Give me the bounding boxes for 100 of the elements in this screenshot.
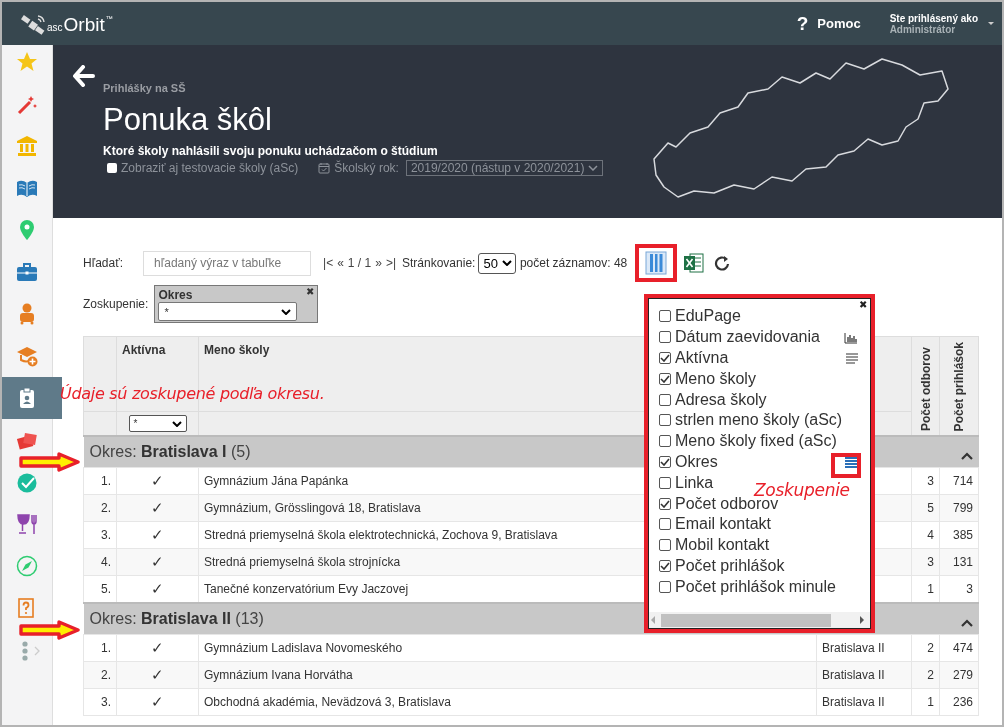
search-field[interactable]: hľadaný výraz v tabuľke bbox=[143, 250, 312, 276]
checkbox[interactable] bbox=[107, 163, 117, 173]
column-option[interactable]: strlen meno školy (aSc) bbox=[659, 410, 843, 431]
sidebar-item[interactable] bbox=[16, 345, 38, 367]
help-icon[interactable]: ? bbox=[796, 12, 809, 35]
highlight-frame bbox=[831, 453, 861, 478]
option-label: Meno školy fixed (aSc) bbox=[675, 432, 837, 451]
checkbox[interactable] bbox=[659, 497, 671, 510]
column-header[interactable]: Aktívna bbox=[122, 343, 166, 357]
sidebar-item[interactable] bbox=[16, 513, 38, 535]
pager-link[interactable]: » bbox=[375, 256, 382, 270]
clock-check-icon bbox=[16, 471, 38, 493]
checkbox[interactable] bbox=[659, 539, 671, 552]
grouping-field: Okres bbox=[158, 288, 193, 302]
record-count: počet záznamov: 48 bbox=[519, 256, 628, 270]
column-option[interactable]: Dátum zaevidovania bbox=[659, 326, 820, 348]
table-cell: Bratislava II bbox=[816, 634, 912, 662]
option-label: EduPage bbox=[675, 307, 741, 326]
horizontal-scrollbar[interactable] bbox=[649, 612, 870, 628]
option-label: Meno školy bbox=[675, 369, 756, 388]
row-number: 2. bbox=[83, 661, 117, 689]
refresh-icon[interactable] bbox=[714, 255, 731, 271]
check-mark: ✓ bbox=[116, 467, 199, 495]
caret-icon[interactable] bbox=[988, 22, 994, 25]
grouping-label: Zoskupenie: bbox=[83, 297, 149, 311]
close-button[interactable]: ✖ bbox=[859, 299, 867, 310]
table-cell: 236 bbox=[939, 688, 979, 716]
table-cell: 474 bbox=[939, 634, 979, 662]
compass-icon bbox=[16, 555, 38, 577]
arrow-drawing bbox=[18, 452, 82, 472]
check-mark: ✓ bbox=[116, 548, 199, 576]
checkbox[interactable] bbox=[659, 455, 671, 468]
table-cell: Obchodná akadémia, Nevädzová 3, Bratislava bbox=[198, 688, 817, 716]
bank-icon bbox=[16, 135, 38, 157]
column-option[interactable]: Meno školy bbox=[659, 368, 756, 390]
group-header[interactable]: Okres: Bratislava I (5) bbox=[89, 443, 251, 461]
pager-link[interactable]: « bbox=[337, 256, 344, 270]
grouping-select[interactable]: * bbox=[158, 302, 298, 321]
column-option[interactable]: EduPage bbox=[659, 306, 741, 327]
row-number: 3. bbox=[83, 688, 117, 716]
pager-link[interactable]: >| bbox=[385, 256, 396, 270]
group-header[interactable]: Okres: Bratislava II (13) bbox=[89, 610, 264, 628]
briefcase-icon bbox=[16, 261, 38, 283]
column-option[interactable]: Linka bbox=[659, 472, 714, 494]
check-mark: ✓ bbox=[116, 634, 199, 662]
option-label: strlen meno školy (aSc) bbox=[675, 411, 843, 430]
checkbox[interactable] bbox=[659, 435, 671, 448]
checkbox[interactable] bbox=[659, 310, 671, 323]
row-number: 2. bbox=[83, 494, 117, 522]
chevron-down-icon bbox=[588, 165, 599, 171]
remove-button[interactable]: ✖ bbox=[306, 286, 315, 297]
checkbox[interactable] bbox=[659, 372, 671, 385]
user-name[interactable]: Administrátor bbox=[889, 23, 978, 35]
arrow-drawing bbox=[18, 620, 82, 640]
column-option[interactable]: Meno školy fixed (aSc) bbox=[659, 430, 837, 452]
checkbox[interactable] bbox=[659, 352, 671, 364]
table-cell: Gymnázium Ivana Horvátha bbox=[198, 661, 817, 689]
cup-fork-icon bbox=[16, 513, 38, 535]
search-label: Hľadať: bbox=[83, 256, 124, 270]
school-year-select[interactable]: 2019/2020 (nástup v 2020/2021) bbox=[405, 160, 604, 176]
breadcrumb[interactable]: Prihlášky na SŠ bbox=[103, 82, 604, 94]
option-label: Počet prihlášok bbox=[675, 556, 785, 575]
column-option[interactable]: Počet prihlášok bbox=[659, 555, 785, 577]
satellite-icon bbox=[20, 12, 46, 35]
column-option[interactable]: Adresa školy bbox=[659, 389, 767, 410]
column-header[interactable]: Meno školy bbox=[204, 343, 270, 357]
checkbox[interactable] bbox=[659, 414, 671, 427]
column-option[interactable]: Aktívna bbox=[659, 347, 729, 369]
page-size-select[interactable]: 50 bbox=[478, 252, 516, 274]
checkbox[interactable] bbox=[659, 476, 671, 489]
page-indicator: 1 / 1 bbox=[347, 256, 372, 270]
list-lines-icon[interactable] bbox=[845, 456, 858, 468]
checkbox[interactable] bbox=[659, 518, 671, 531]
check-mark: ✓ bbox=[116, 688, 199, 716]
sidebar-item[interactable] bbox=[16, 261, 38, 283]
text-lines-icon[interactable] bbox=[846, 352, 858, 364]
page-title: Ponuka škôl bbox=[103, 102, 273, 138]
table-cell: 4 bbox=[911, 521, 940, 549]
check-mark: ✓ bbox=[116, 661, 199, 689]
checkbox[interactable] bbox=[659, 559, 671, 572]
spreadsheet-icon[interactable] bbox=[683, 252, 705, 274]
help-link[interactable]: Pomoc bbox=[817, 16, 861, 31]
option-label: Aktívna bbox=[675, 349, 729, 367]
collapse-icon[interactable] bbox=[960, 451, 973, 461]
table-cell: 3 bbox=[911, 467, 940, 495]
row-number: 3. bbox=[83, 521, 117, 549]
calendar-icon bbox=[318, 162, 331, 174]
checkbox[interactable] bbox=[659, 393, 671, 406]
filter-select[interactable]: * bbox=[128, 415, 187, 432]
column-chooser-icon[interactable] bbox=[645, 251, 668, 275]
checkbox-label[interactable]: Zobraziť aj testovacie školy (aSc) bbox=[121, 161, 299, 175]
back-arrow-icon[interactable] bbox=[73, 65, 95, 87]
checkbox[interactable] bbox=[659, 331, 671, 344]
checkbox[interactable] bbox=[659, 580, 671, 593]
paging-label: Stránkovanie: bbox=[402, 256, 476, 270]
row-number: 4. bbox=[83, 548, 117, 576]
pager-link[interactable]: |< bbox=[323, 256, 334, 270]
collapse-icon[interactable] bbox=[960, 618, 973, 628]
row-number: 1. bbox=[83, 467, 117, 495]
bar-chart-icon[interactable] bbox=[844, 331, 858, 344]
